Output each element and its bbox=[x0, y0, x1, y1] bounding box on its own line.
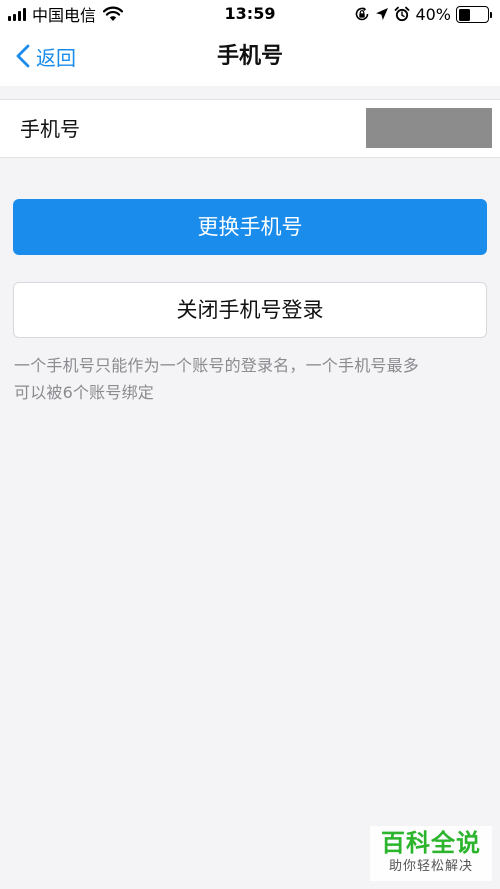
location-icon bbox=[376, 8, 389, 20]
watermark-title: 百科全说 bbox=[381, 829, 481, 857]
orientation-lock-icon bbox=[356, 7, 369, 21]
nav-bar: 返回 手机号 bbox=[0, 28, 500, 86]
change-phone-button[interactable]: 更换手机号 bbox=[13, 199, 487, 255]
phone-number-row: 手机号 bbox=[0, 99, 500, 158]
hint-text: 一个手机号只能作为一个账号的登录名，一个手机号最多 可以被6个账号绑定 bbox=[14, 352, 488, 406]
page-title: 手机号 bbox=[216, 44, 283, 69]
battery-icon bbox=[456, 5, 492, 23]
status-right: 40% bbox=[354, 4, 492, 24]
watermark-logo: 百科全说 助你轻松解决 bbox=[370, 826, 492, 881]
alarm-icon bbox=[395, 6, 410, 22]
hint-line-1: 一个手机号只能作为一个账号的登录名，一个手机号最多 bbox=[14, 356, 420, 375]
battery-percent: 40% bbox=[415, 4, 451, 24]
watermark-subtitle: 助你轻松解决 bbox=[388, 859, 473, 874]
status-bar: 中国电信 13:59 40% bbox=[0, 0, 500, 28]
hint-line-2: 可以被6个账号绑定 bbox=[14, 383, 154, 402]
phone-value-redacted bbox=[366, 108, 492, 148]
phone-label: 手机号 bbox=[20, 117, 80, 141]
close-phone-login-button[interactable]: 关闭手机号登录 bbox=[13, 282, 487, 338]
battery-fill bbox=[459, 8, 470, 21]
